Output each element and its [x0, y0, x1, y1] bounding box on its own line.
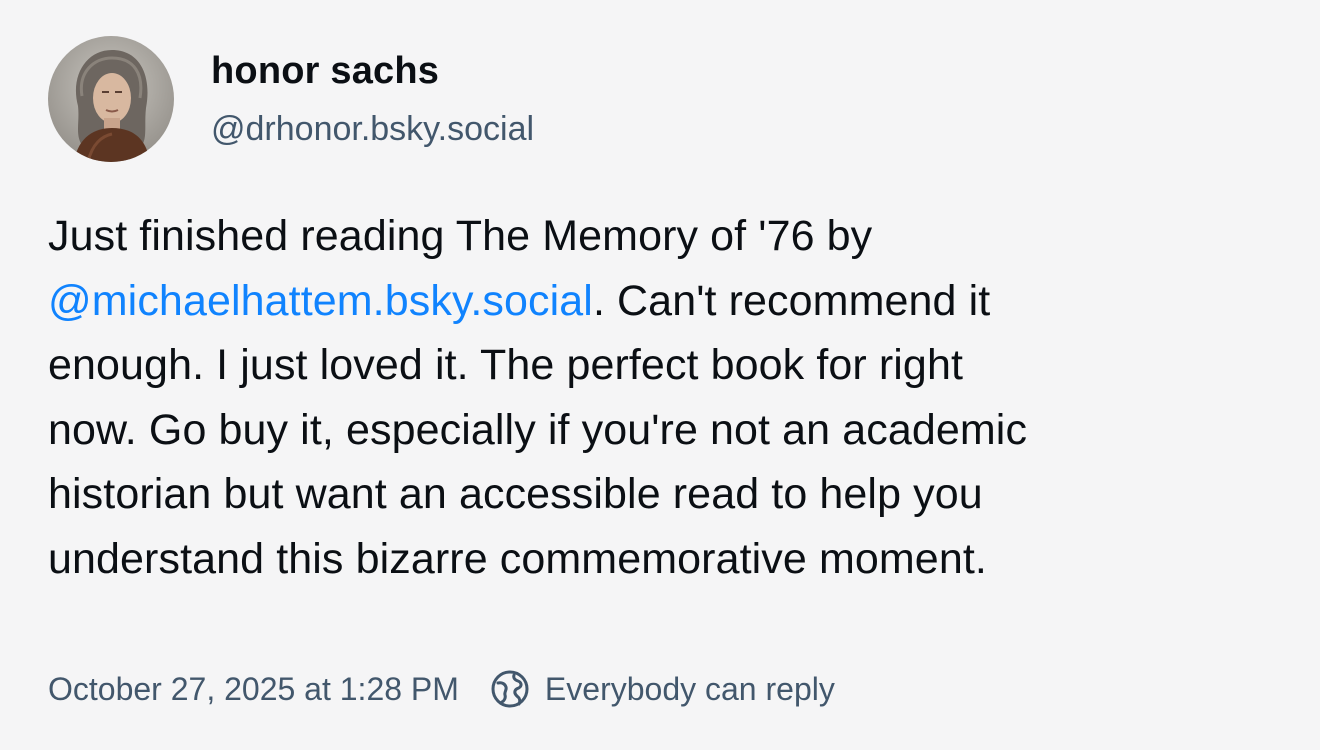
reply-setting[interactable]: Everybody can reply: [489, 668, 835, 710]
reply-setting-label: Everybody can reply: [544, 670, 835, 707]
post-text-line: understand this bizarre commemorative mo…: [48, 534, 987, 583]
post-meta: October 27, 2025 at 1:28 PM Everybody ca…: [48, 666, 835, 712]
post-card: honor sachs @drhonor.bsky.social Just fi…: [0, 0, 1320, 750]
post-body: Just finished reading The Memory of '76 …: [48, 204, 1288, 591]
author-handle[interactable]: @drhonor.bsky.social: [211, 110, 534, 149]
post-text-line: @michaelhattem.bsky.social. Can't recomm…: [48, 269, 1288, 334]
globe-icon: [489, 668, 531, 710]
avatar-image: [48, 36, 174, 162]
post-text-fragment: . Can't recommend it: [592, 276, 991, 325]
post-text-line: Just finished reading The Memory of '76 …: [48, 212, 873, 260]
mention-link[interactable]: @michaelhattem.bsky.social: [48, 277, 593, 325]
author-avatar[interactable]: [48, 36, 174, 162]
author-display-name[interactable]: honor sachs: [211, 50, 439, 93]
post-text-line: enough. I just loved it. The perfect boo…: [48, 341, 964, 389]
post-text-line: historian but want an accessible read to…: [48, 470, 983, 518]
post-text-line: now. Go buy it, especially if you're not…: [48, 405, 1028, 454]
post-timestamp[interactable]: October 27, 2025 at 1:28 PM: [48, 671, 459, 708]
